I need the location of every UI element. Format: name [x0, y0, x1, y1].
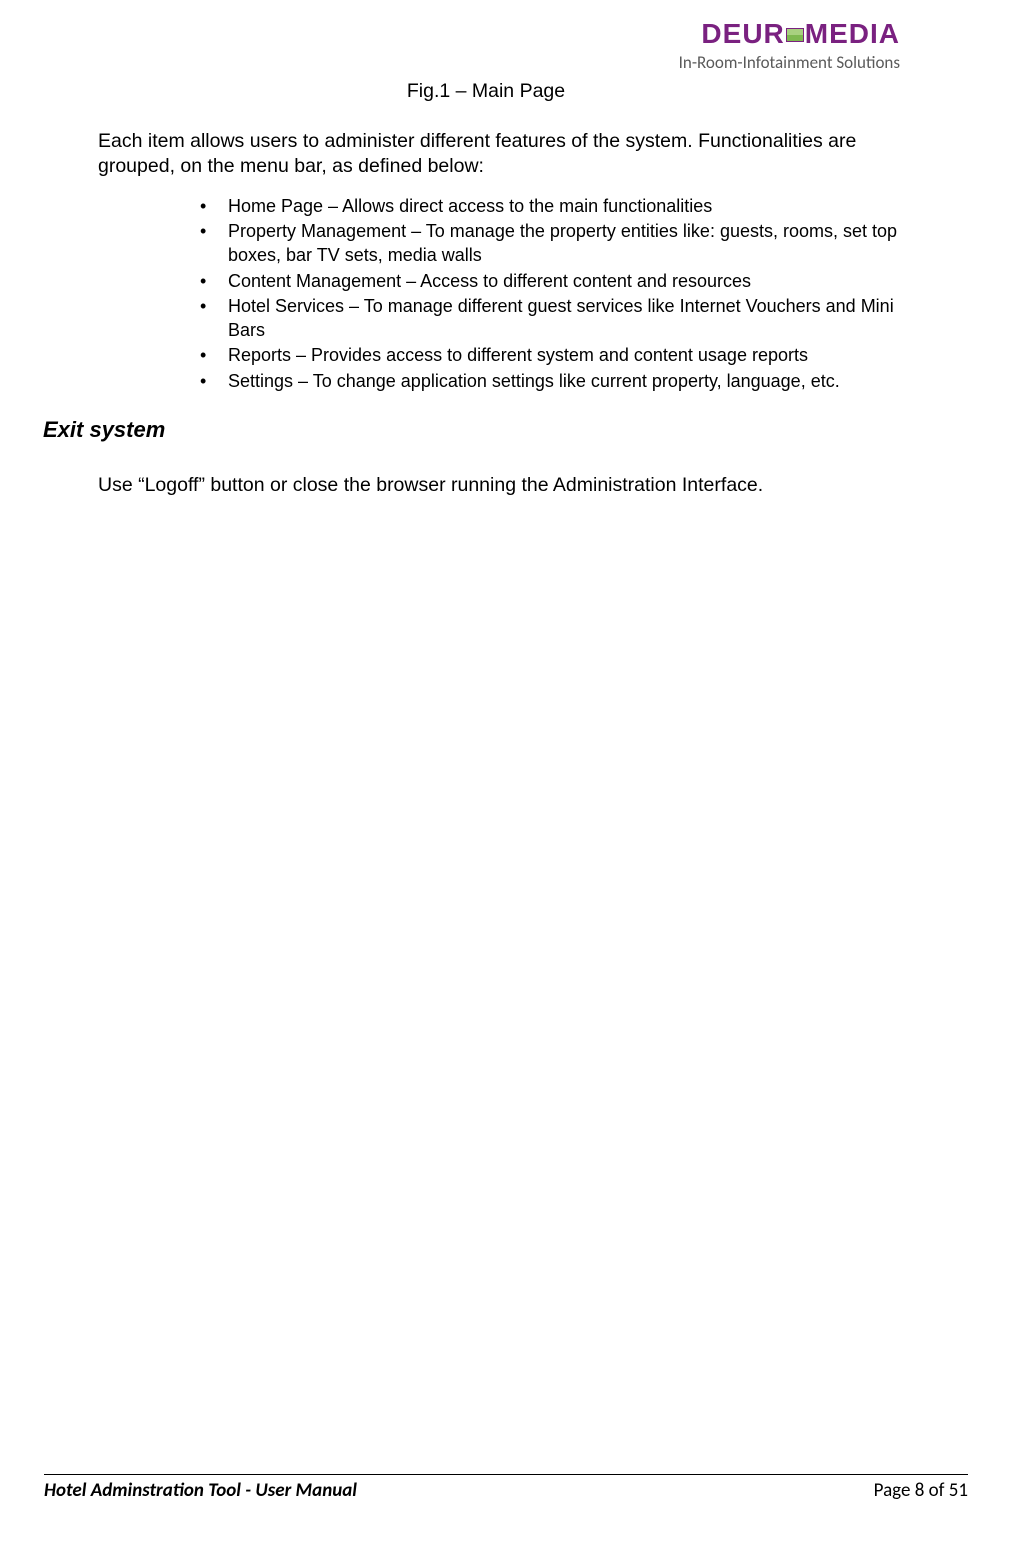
exit-paragraph: Use “Logoff” button or close the browser… [98, 473, 914, 498]
figure-caption: Fig.1 – Main Page [58, 80, 914, 103]
logo-wordmark: DEUR MEDIA [679, 18, 900, 50]
footer-row: Hotel Adminstration Tool - User Manual P… [44, 1479, 968, 1502]
header-logo: DEUR MEDIA In-Room-Infotainment Solution… [679, 18, 900, 73]
list-item: Property Management – To manage the prop… [200, 219, 914, 268]
logo-text-prefix: DEUR [701, 18, 784, 50]
footer-page-number: Page 8 of 51 [874, 1479, 968, 1502]
logo-tagline: In-Room-Infotainment Solutions [679, 52, 900, 73]
intro-paragraph: Each item allows users to administer dif… [98, 129, 914, 180]
list-item: Hotel Services – To manage different gue… [200, 294, 914, 343]
list-item: Settings – To change application setting… [200, 369, 914, 393]
footer-doc-title: Hotel Adminstration Tool - User Manual [44, 1479, 357, 1502]
exit-system-heading: Exit system [43, 417, 914, 443]
document-page: DEUR MEDIA In-Room-Infotainment Solution… [0, 0, 1012, 1542]
page-footer: Hotel Adminstration Tool - User Manual P… [44, 1474, 968, 1502]
footer-divider [44, 1474, 968, 1475]
page-content: Fig.1 – Main Page Each item allows users… [0, 80, 1012, 498]
feature-list: Home Page – Allows direct access to the … [98, 194, 914, 393]
list-item: Reports – Provides access to different s… [200, 343, 914, 367]
list-item: Home Page – Allows direct access to the … [200, 194, 914, 218]
logo-screen-icon [786, 28, 804, 42]
list-item: Content Management – Access to different… [200, 269, 914, 293]
logo-text-suffix: MEDIA [805, 18, 900, 50]
